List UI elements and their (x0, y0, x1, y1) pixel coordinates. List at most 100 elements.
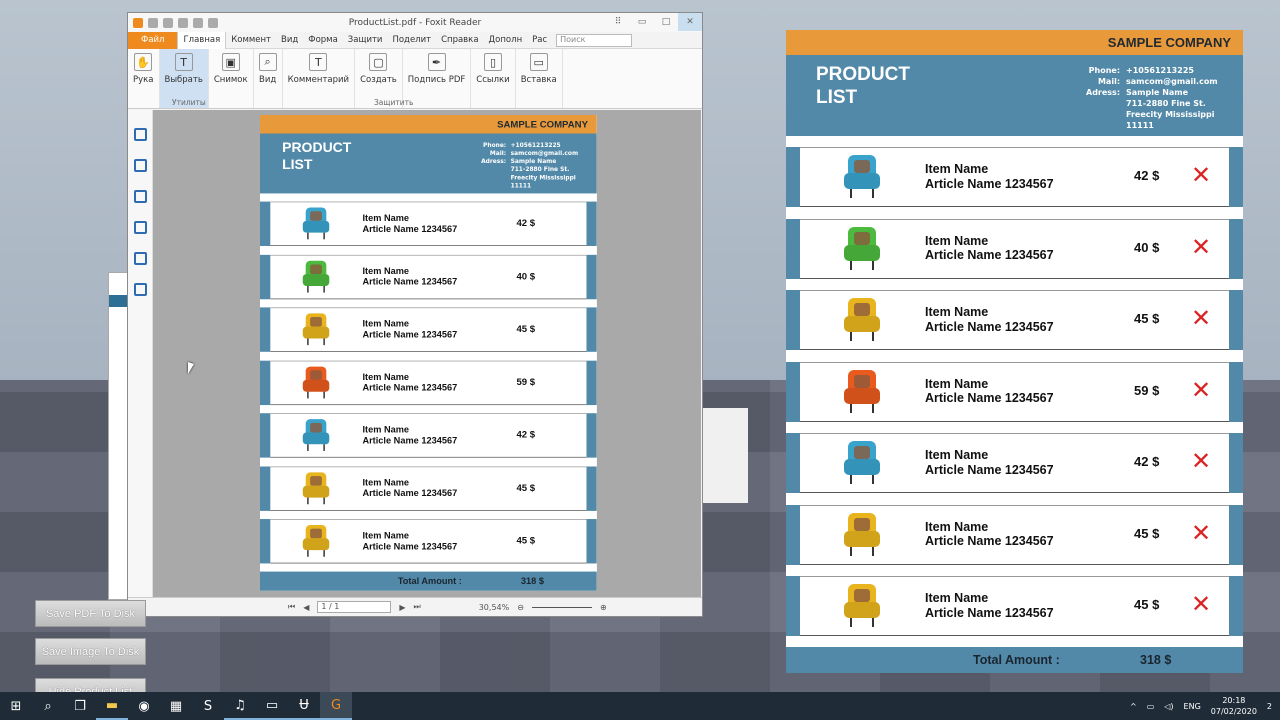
contact-info: Phone: +10561213225 Mail: samcom@gmail.com A… (481, 141, 578, 190)
remove-item-icon[interactable]: ✕ (1191, 304, 1211, 332)
tab-5[interactable]: Форма (303, 32, 343, 49)
item-name: Item Name (362, 424, 410, 435)
remove-item-icon[interactable]: ✕ (1191, 519, 1211, 547)
ribbon-button-1[interactable]: ✋ Рука (128, 49, 160, 108)
tab-3[interactable]: Коммент (226, 32, 276, 49)
row-side-right (586, 413, 597, 458)
chair-seat (302, 379, 330, 392)
item-name: Item Name (362, 477, 410, 488)
tray-chevron-icon[interactable]: ^ (1130, 702, 1137, 711)
tab-9[interactable]: Дополн (484, 32, 528, 49)
pages-icon[interactable] (133, 128, 147, 141)
layers-icon[interactable] (133, 159, 147, 172)
foxit-reader-icon[interactable]: G (320, 692, 352, 720)
tab-1[interactable]: Файл (128, 31, 178, 49)
next-page-icon[interactable]: ▶ (399, 603, 405, 612)
signatures-icon[interactable] (133, 283, 147, 296)
zoom-slider[interactable] (531, 606, 592, 608)
file-explorer-icon[interactable]: ▬ (96, 692, 128, 720)
close-button[interactable]: ✕ (678, 13, 702, 31)
tab-7[interactable]: Поделит (387, 32, 436, 49)
notifications-icon[interactable]: 2 (1267, 702, 1272, 711)
app-icon[interactable]: ▭ (256, 692, 288, 720)
search-input[interactable]: Поиск (556, 33, 633, 47)
remove-item-icon[interactable]: ✕ (1191, 233, 1211, 261)
remove-item-icon[interactable]: ✕ (1191, 376, 1211, 404)
volume-icon[interactable]: ◁) (1164, 702, 1173, 711)
clock[interactable]: 20:18 07/02/2020 (1211, 695, 1257, 717)
chair-leg (872, 546, 874, 556)
search-icon[interactable]: ⌕ (32, 692, 64, 720)
chair-pillow (310, 528, 322, 539)
armchair-image (842, 369, 882, 414)
remove-item-icon[interactable]: ✕ (1191, 590, 1211, 618)
print-icon[interactable] (178, 17, 188, 28)
item-name: Item Name (925, 591, 989, 605)
total-value: 318 $ (520, 576, 544, 587)
item-name: Item Name (925, 162, 989, 176)
security-icon[interactable] (133, 252, 147, 265)
tab-4[interactable]: Вид (276, 32, 303, 49)
ribbon-button-4[interactable]: ⌕ Вид (254, 49, 283, 108)
start-icon[interactable]: ⊞ (0, 692, 32, 720)
total-label: Total Amount : (973, 653, 1060, 667)
product-list-panel: SAMPLE COMPANY PRODUCT LIST Phone: +10561213… (786, 30, 1243, 673)
chair-leg (872, 189, 874, 198)
ribbon-button-9[interactable]: ▭ Вставка (516, 49, 563, 108)
chair-seat (302, 432, 330, 445)
zoom-out-icon[interactable]: ⊖ (517, 603, 524, 612)
create-icon: ▢ (369, 53, 388, 71)
tab-2[interactable]: Главная (177, 31, 227, 49)
armchair-image (842, 584, 882, 628)
info-key: Mail: (489, 149, 507, 157)
chair-seat (302, 273, 330, 286)
skype-icon[interactable]: S (192, 692, 224, 720)
calculator-icon[interactable]: ▦ (160, 692, 192, 720)
row-side-right (586, 466, 597, 511)
zoom-level[interactable]: 30,54% (479, 603, 510, 612)
network-icon[interactable]: ▭ (1147, 702, 1155, 711)
last-page-icon[interactable]: ⏭ (414, 602, 421, 612)
info-key: Adress: (1086, 88, 1121, 97)
ribbon-options-icon[interactable]: ⠿ (606, 13, 630, 31)
tell-me[interactable]: Рас (527, 32, 552, 49)
maximize-button[interactable]: □ (654, 13, 678, 31)
article-name: Article Name 1234567 (362, 435, 458, 446)
task-view-icon[interactable]: ❐ (64, 692, 96, 720)
chair-leg (307, 338, 309, 346)
chair-leg (850, 260, 852, 270)
ribbon-button-8[interactable]: ▯ Ссылки (471, 49, 516, 108)
chrome-icon[interactable]: ◉ (128, 692, 160, 720)
redo-icon[interactable] (208, 17, 218, 28)
item-name: Item Name (925, 305, 989, 319)
undo-icon[interactable] (193, 17, 203, 28)
remove-item-icon[interactable]: ✕ (1191, 447, 1211, 475)
tab-6[interactable]: Защити (343, 32, 388, 49)
save-icon[interactable] (163, 17, 173, 28)
save-image-button[interactable]: Save Image To Disk (35, 638, 146, 665)
unreal-engine-icon[interactable]: Ʉ (288, 692, 320, 720)
tab-8[interactable]: Справка (436, 32, 483, 49)
item-price: 45 $ (516, 481, 536, 493)
itunes-icon[interactable]: ♫ (224, 692, 256, 720)
zoom-in-icon[interactable]: ⊕ (600, 603, 607, 612)
pdf-page-product-list: SAMPLE COMPANY PRODUCT LIST Phone: +10561213… (260, 115, 597, 591)
remove-item-icon[interactable]: ✕ (1191, 161, 1211, 189)
ribbon-button-3[interactable]: ▣ Снимок (209, 49, 254, 108)
minimize-button[interactable]: ▭ (630, 13, 654, 31)
item-text: Item Name Article Name 1234567 (925, 305, 1054, 334)
language-indicator[interactable]: ENG (1184, 702, 1201, 711)
ribbon-button-5[interactable]: T Комментарий (283, 49, 356, 108)
attachments-icon[interactable] (133, 221, 147, 234)
chair-seat (844, 530, 880, 547)
info-key: Phone: (1088, 66, 1121, 75)
page-number-input[interactable]: 1 / 1 (317, 601, 392, 613)
save-pdf-button[interactable]: Save PDF To Disk (35, 600, 146, 627)
total-value: 318 $ (1140, 653, 1172, 667)
comments-icon[interactable] (133, 190, 147, 203)
clock-time: 20:18 (1222, 696, 1246, 705)
open-icon[interactable] (148, 17, 158, 28)
row-side-left (260, 307, 271, 352)
first-page-icon[interactable]: ⏮ (288, 602, 295, 612)
prev-page-icon[interactable]: ◀ (303, 603, 309, 612)
